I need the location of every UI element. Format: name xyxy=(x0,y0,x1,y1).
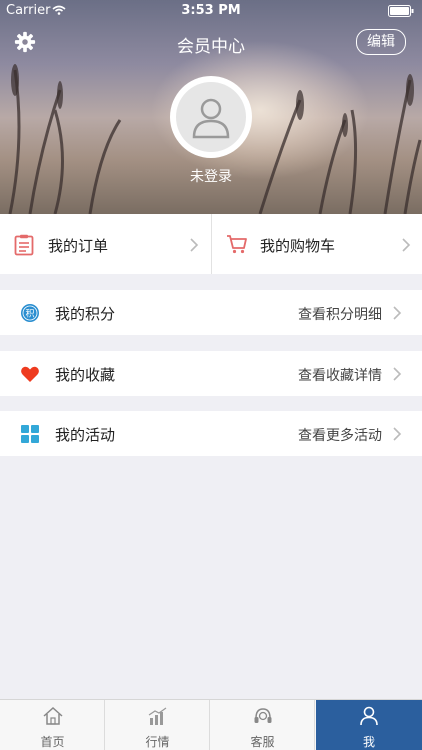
points-detail-link[interactable]: 查看积分明细 xyxy=(298,304,382,324)
points-row[interactable]: 积 我的积分 查看积分明细 xyxy=(0,290,422,335)
chevron-right-icon xyxy=(402,238,411,252)
status-bar: Carrier 3:53 PM xyxy=(0,0,422,22)
chart-icon xyxy=(148,707,167,725)
clipboard-icon xyxy=(14,234,34,256)
tab-bar: 首页 行情 客服 我 xyxy=(0,699,422,750)
favorites-row[interactable]: 我的收藏 查看收藏详情 xyxy=(0,351,422,396)
orders-section: 我的订单 我的购物车 xyxy=(0,214,422,274)
grid-icon xyxy=(21,425,39,443)
chevron-right-icon xyxy=(393,427,402,441)
activities-label: 我的活动 xyxy=(55,426,116,444)
profile-header: Carrier 3:53 PM 会员中心 编辑 未登录 xyxy=(0,0,422,214)
chevron-right-icon xyxy=(190,238,199,252)
favorites-label: 我的收藏 xyxy=(55,366,116,384)
tab-me-label: 我 xyxy=(362,735,375,749)
tab-service[interactable]: 客服 xyxy=(210,700,315,750)
tab-me[interactable]: 我 xyxy=(316,700,422,750)
activities-detail-link[interactable]: 查看更多活动 xyxy=(298,425,382,445)
cart-cell[interactable]: 我的购物车 xyxy=(212,214,422,274)
login-status[interactable]: 未登录 xyxy=(0,166,422,186)
avatar[interactable] xyxy=(170,76,252,158)
cart-label: 我的购物车 xyxy=(260,237,336,255)
points-label: 我的积分 xyxy=(55,305,116,323)
my-orders-label: 我的订单 xyxy=(48,237,109,255)
points-icon: 积 xyxy=(21,304,39,322)
tab-home[interactable]: 首页 xyxy=(0,700,105,750)
avatar-placeholder xyxy=(176,82,246,152)
heart-icon xyxy=(21,366,39,382)
person-icon xyxy=(360,706,378,726)
chevron-right-icon xyxy=(393,306,402,320)
home-icon xyxy=(43,706,63,725)
tab-market[interactable]: 行情 xyxy=(105,700,210,750)
user-icon xyxy=(192,98,230,139)
status-time: 3:53 PM xyxy=(181,3,241,18)
favorites-detail-link[interactable]: 查看收藏详情 xyxy=(298,365,382,385)
tab-home-label: 首页 xyxy=(40,735,65,749)
headset-icon xyxy=(254,708,272,723)
battery-icon xyxy=(388,5,414,17)
edit-button[interactable]: 编辑 xyxy=(356,29,406,55)
cart-icon xyxy=(227,235,247,254)
my-orders-cell[interactable]: 我的订单 xyxy=(0,214,211,274)
activities-row[interactable]: 我的活动 查看更多活动 xyxy=(0,411,422,456)
chevron-right-icon xyxy=(393,367,402,381)
tab-service-label: 客服 xyxy=(250,735,275,749)
tab-market-label: 行情 xyxy=(145,735,170,749)
points-badge-text: 积 xyxy=(25,308,34,320)
